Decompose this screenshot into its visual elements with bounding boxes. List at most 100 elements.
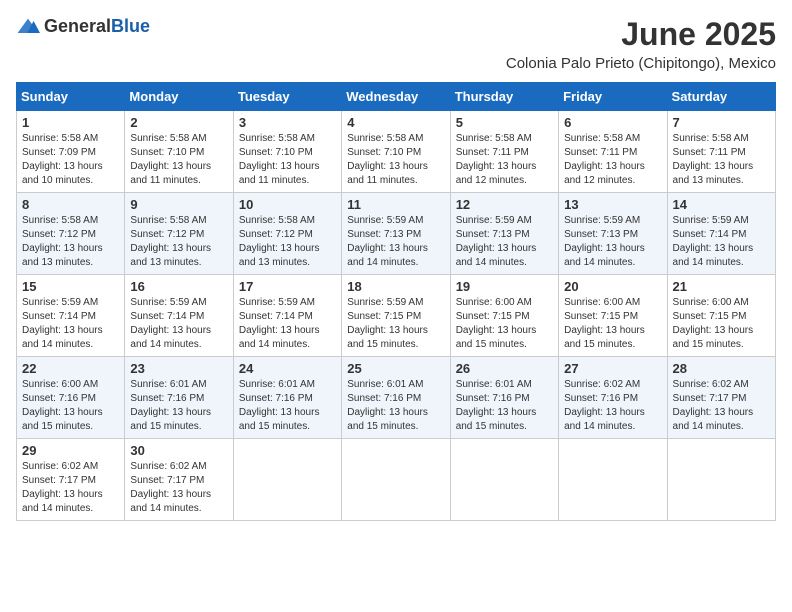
cell-text: Sunrise: 6:00 AMSunset: 7:15 PMDaylight:… (456, 297, 537, 350)
day-number: 17 (239, 279, 336, 294)
week-row-2: 8 Sunrise: 5:58 AMSunset: 7:12 PMDayligh… (17, 193, 776, 275)
logo: GeneralBlue (16, 16, 150, 37)
calendar-cell: 25 Sunrise: 6:01 AMSunset: 7:16 PMDaylig… (342, 357, 450, 439)
calendar-cell: 4 Sunrise: 5:58 AMSunset: 7:10 PMDayligh… (342, 111, 450, 193)
cell-text: Sunrise: 6:02 AMSunset: 7:16 PMDaylight:… (564, 379, 645, 432)
day-number: 4 (347, 115, 444, 130)
calendar-cell (450, 439, 558, 521)
column-header-saturday: Saturday (667, 83, 775, 111)
cell-text: Sunrise: 6:01 AMSunset: 7:16 PMDaylight:… (347, 379, 428, 432)
cell-text: Sunrise: 5:59 AMSunset: 7:14 PMDaylight:… (673, 215, 754, 268)
calendar-cell: 21 Sunrise: 6:00 AMSunset: 7:15 PMDaylig… (667, 275, 775, 357)
column-header-tuesday: Tuesday (233, 83, 341, 111)
cell-text: Sunrise: 5:58 AMSunset: 7:09 PMDaylight:… (22, 133, 103, 186)
day-number: 22 (22, 361, 119, 376)
day-number: 29 (22, 443, 119, 458)
calendar-cell (233, 439, 341, 521)
calendar-cell: 5 Sunrise: 5:58 AMSunset: 7:11 PMDayligh… (450, 111, 558, 193)
cell-text: Sunrise: 6:00 AMSunset: 7:15 PMDaylight:… (564, 297, 645, 350)
calendar-cell: 1 Sunrise: 5:58 AMSunset: 7:09 PMDayligh… (17, 111, 125, 193)
cell-text: Sunrise: 5:58 AMSunset: 7:10 PMDaylight:… (239, 133, 320, 186)
cell-text: Sunrise: 5:59 AMSunset: 7:14 PMDaylight:… (239, 297, 320, 350)
calendar-cell: 13 Sunrise: 5:59 AMSunset: 7:13 PMDaylig… (559, 193, 667, 275)
day-number: 10 (239, 197, 336, 212)
cell-text: Sunrise: 5:58 AMSunset: 7:11 PMDaylight:… (564, 133, 645, 186)
calendar-cell: 23 Sunrise: 6:01 AMSunset: 7:16 PMDaylig… (125, 357, 233, 439)
day-number: 24 (239, 361, 336, 376)
week-row-5: 29 Sunrise: 6:02 AMSunset: 7:17 PMDaylig… (17, 439, 776, 521)
day-number: 14 (673, 197, 770, 212)
day-number: 11 (347, 197, 444, 212)
day-number: 30 (130, 443, 227, 458)
calendar-cell: 17 Sunrise: 5:59 AMSunset: 7:14 PMDaylig… (233, 275, 341, 357)
week-row-1: 1 Sunrise: 5:58 AMSunset: 7:09 PMDayligh… (17, 111, 776, 193)
day-number: 6 (564, 115, 661, 130)
calendar-cell: 24 Sunrise: 6:01 AMSunset: 7:16 PMDaylig… (233, 357, 341, 439)
cell-text: Sunrise: 5:58 AMSunset: 7:12 PMDaylight:… (22, 215, 103, 268)
day-number: 28 (673, 361, 770, 376)
calendar-cell: 22 Sunrise: 6:00 AMSunset: 7:16 PMDaylig… (17, 357, 125, 439)
day-number: 9 (130, 197, 227, 212)
week-row-3: 15 Sunrise: 5:59 AMSunset: 7:14 PMDaylig… (17, 275, 776, 357)
logo-general: General (44, 16, 111, 36)
location-title: Colonia Palo Prieto (Chipitongo), Mexico (506, 55, 776, 72)
day-number: 8 (22, 197, 119, 212)
calendar-cell: 11 Sunrise: 5:59 AMSunset: 7:13 PMDaylig… (342, 193, 450, 275)
day-number: 2 (130, 115, 227, 130)
cell-text: Sunrise: 6:01 AMSunset: 7:16 PMDaylight:… (456, 379, 537, 432)
calendar-cell: 27 Sunrise: 6:02 AMSunset: 7:16 PMDaylig… (559, 357, 667, 439)
header-row: SundayMondayTuesdayWednesdayThursdayFrid… (17, 83, 776, 111)
calendar-cell: 12 Sunrise: 5:59 AMSunset: 7:13 PMDaylig… (450, 193, 558, 275)
column-header-thursday: Thursday (450, 83, 558, 111)
calendar-cell: 16 Sunrise: 5:59 AMSunset: 7:14 PMDaylig… (125, 275, 233, 357)
cell-text: Sunrise: 5:58 AMSunset: 7:10 PMDaylight:… (130, 133, 211, 186)
column-header-friday: Friday (559, 83, 667, 111)
day-number: 21 (673, 279, 770, 294)
cell-text: Sunrise: 6:01 AMSunset: 7:16 PMDaylight:… (239, 379, 320, 432)
cell-text: Sunrise: 6:00 AMSunset: 7:15 PMDaylight:… (673, 297, 754, 350)
calendar-cell: 28 Sunrise: 6:02 AMSunset: 7:17 PMDaylig… (667, 357, 775, 439)
day-number: 23 (130, 361, 227, 376)
cell-text: Sunrise: 5:58 AMSunset: 7:11 PMDaylight:… (456, 133, 537, 186)
cell-text: Sunrise: 5:59 AMSunset: 7:13 PMDaylight:… (456, 215, 537, 268)
calendar-cell: 29 Sunrise: 6:02 AMSunset: 7:17 PMDaylig… (17, 439, 125, 521)
day-number: 13 (564, 197, 661, 212)
cell-text: Sunrise: 5:59 AMSunset: 7:14 PMDaylight:… (22, 297, 103, 350)
day-number: 26 (456, 361, 553, 376)
column-header-wednesday: Wednesday (342, 83, 450, 111)
calendar-cell: 6 Sunrise: 5:58 AMSunset: 7:11 PMDayligh… (559, 111, 667, 193)
calendar-cell: 2 Sunrise: 5:58 AMSunset: 7:10 PMDayligh… (125, 111, 233, 193)
logo-blue: Blue (111, 16, 150, 36)
month-title: June 2025 (506, 16, 776, 53)
column-header-sunday: Sunday (17, 83, 125, 111)
calendar-cell: 19 Sunrise: 6:00 AMSunset: 7:15 PMDaylig… (450, 275, 558, 357)
cell-text: Sunrise: 5:59 AMSunset: 7:13 PMDaylight:… (564, 215, 645, 268)
calendar-cell (559, 439, 667, 521)
calendar-cell: 30 Sunrise: 6:02 AMSunset: 7:17 PMDaylig… (125, 439, 233, 521)
day-number: 12 (456, 197, 553, 212)
calendar-cell (667, 439, 775, 521)
logo-icon (16, 17, 40, 37)
cell-text: Sunrise: 6:01 AMSunset: 7:16 PMDaylight:… (130, 379, 211, 432)
calendar-cell: 10 Sunrise: 5:58 AMSunset: 7:12 PMDaylig… (233, 193, 341, 275)
day-number: 7 (673, 115, 770, 130)
cell-text: Sunrise: 6:02 AMSunset: 7:17 PMDaylight:… (22, 461, 103, 514)
day-number: 16 (130, 279, 227, 294)
day-number: 5 (456, 115, 553, 130)
day-number: 20 (564, 279, 661, 294)
cell-text: Sunrise: 5:59 AMSunset: 7:13 PMDaylight:… (347, 215, 428, 268)
calendar-cell: 9 Sunrise: 5:58 AMSunset: 7:12 PMDayligh… (125, 193, 233, 275)
calendar-cell (342, 439, 450, 521)
day-number: 27 (564, 361, 661, 376)
calendar-cell: 15 Sunrise: 5:59 AMSunset: 7:14 PMDaylig… (17, 275, 125, 357)
calendar-cell: 7 Sunrise: 5:58 AMSunset: 7:11 PMDayligh… (667, 111, 775, 193)
cell-text: Sunrise: 6:02 AMSunset: 7:17 PMDaylight:… (130, 461, 211, 514)
calendar-cell: 3 Sunrise: 5:58 AMSunset: 7:10 PMDayligh… (233, 111, 341, 193)
cell-text: Sunrise: 5:58 AMSunset: 7:12 PMDaylight:… (239, 215, 320, 268)
cell-text: Sunrise: 5:58 AMSunset: 7:12 PMDaylight:… (130, 215, 211, 268)
calendar-cell: 20 Sunrise: 6:00 AMSunset: 7:15 PMDaylig… (559, 275, 667, 357)
calendar-cell: 18 Sunrise: 5:59 AMSunset: 7:15 PMDaylig… (342, 275, 450, 357)
cell-text: Sunrise: 6:02 AMSunset: 7:17 PMDaylight:… (673, 379, 754, 432)
calendar-cell: 8 Sunrise: 5:58 AMSunset: 7:12 PMDayligh… (17, 193, 125, 275)
calendar-cell: 14 Sunrise: 5:59 AMSunset: 7:14 PMDaylig… (667, 193, 775, 275)
